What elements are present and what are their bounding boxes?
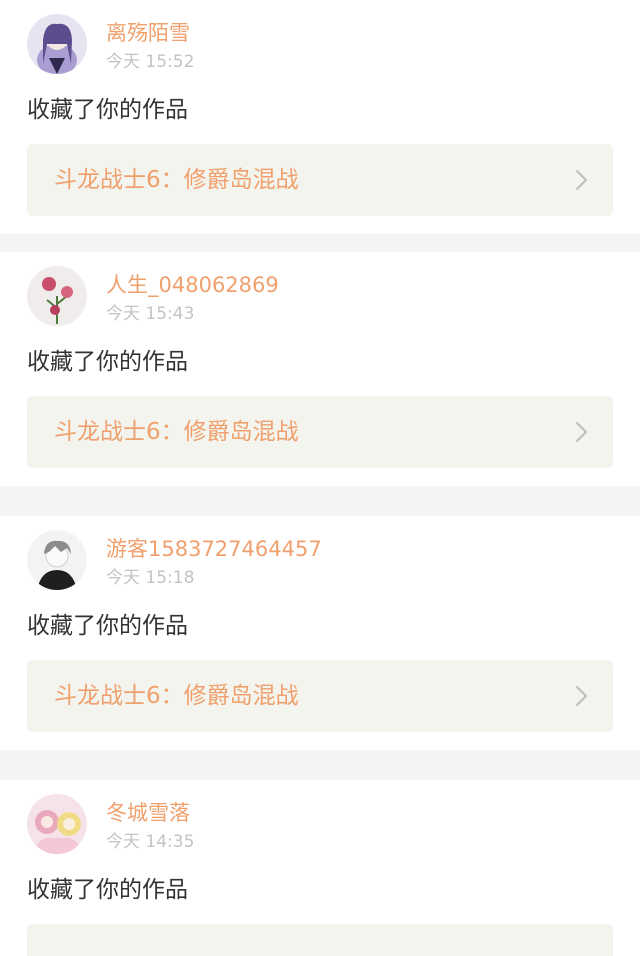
user-avatar[interactable] — [27, 530, 87, 590]
work-title: 斗龙战士6：修爵岛混战 — [54, 419, 299, 445]
notification-card: 人生_048062869 今天 15:43 收藏了你的作品斗龙战士6：修爵岛混战 — [0, 252, 640, 486]
chevron-right-icon — [569, 168, 593, 192]
timestamp: 今天 14:35 — [106, 832, 195, 852]
action-text: 收藏了你的作品 — [27, 877, 188, 903]
anime-boy-avatar-icon — [27, 530, 87, 590]
work-link[interactable] — [27, 924, 613, 956]
chevron-right-icon — [569, 420, 593, 444]
timestamp: 今天 15:52 — [106, 52, 195, 72]
anime-girls-pastel-avatar-icon — [27, 794, 87, 854]
user-avatar[interactable] — [27, 794, 87, 854]
username[interactable]: 人生_048062869 — [106, 270, 279, 300]
user-avatar[interactable] — [27, 266, 87, 326]
notification-card: 离殇陌雪今天 15:52 收藏了你的作品斗龙战士6：修爵岛混战 — [0, 0, 640, 234]
work-title: 斗龙战士6：修爵岛混战 — [54, 683, 299, 709]
action-text: 收藏了你的作品 — [27, 613, 188, 639]
user-avatar[interactable] — [27, 14, 87, 74]
action-text: 收藏了你的作品 — [27, 97, 188, 123]
notification-feed: 离殇陌雪 今天 15:52 收藏了你的作品 斗龙战士6：修爵岛混战 人生_0480628… — [0, 0, 640, 956]
chevron-right-icon — [569, 684, 593, 708]
timestamp: 今天 15:43 — [106, 304, 195, 324]
pink-flower-avatar-icon — [27, 266, 87, 326]
anime-girl-purple-avatar-icon — [27, 14, 87, 74]
username[interactable]: 离殇陌雪 — [106, 18, 190, 48]
work-link[interactable]: 斗龙战士6：修爵岛混战 — [27, 396, 613, 468]
username[interactable]: 游客1583727464457 — [106, 534, 322, 564]
work-link[interactable]: 斗龙战士6：修爵岛混战 — [27, 144, 613, 216]
notification-card: 游客1583727464457 今天 15:18 收藏了你的作品斗龙战士6：修爵岛混… — [0, 516, 640, 750]
work-link[interactable]: 斗龙战士6：修爵岛混战 — [27, 660, 613, 732]
action-text: 收藏了你的作品 — [27, 349, 188, 375]
notification-card: 冬城雪落今天 14:35 收藏了你的作品 — [0, 780, 640, 956]
work-title: 斗龙战士6：修爵岛混战 — [54, 167, 299, 193]
username[interactable]: 冬城雪落 — [106, 798, 190, 828]
timestamp: 今天 15:18 — [106, 568, 195, 588]
